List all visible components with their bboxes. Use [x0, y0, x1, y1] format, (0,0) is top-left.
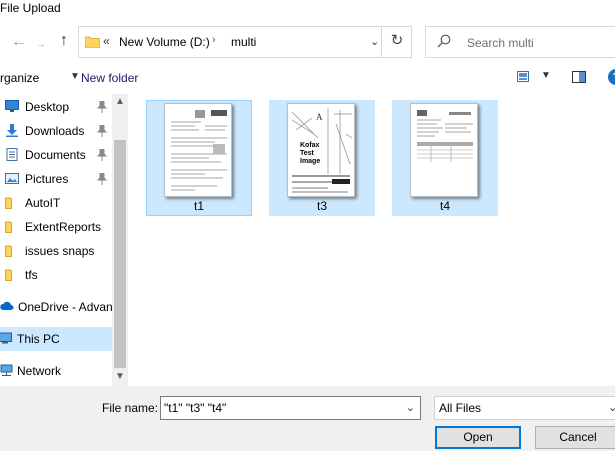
pin-icon[interactable]	[97, 125, 107, 137]
sidebar-item-label: Network	[17, 364, 62, 378]
file-tile-t4[interactable]: t4	[392, 100, 498, 216]
documents-icon	[6, 148, 18, 161]
view-dropdown-icon[interactable]: ▼	[541, 70, 551, 81]
svg-text:A: A	[316, 112, 323, 122]
search-icon	[437, 34, 451, 48]
preview-pane-icon[interactable]	[572, 71, 586, 83]
filetype-select[interactable]: All Files ⌄	[434, 396, 615, 420]
folder-icon	[5, 197, 12, 209]
onedrive-icon	[0, 301, 14, 310]
breadcrumb-multi[interactable]: multi	[231, 35, 256, 49]
file-name: t4	[439, 199, 450, 213]
address-bar[interactable]: « New Volume (D:) › multi ⌄	[78, 26, 412, 58]
file-thumbnail	[410, 103, 478, 197]
navigation-pane: Desktop Downloads Documents Pictures Aut…	[0, 94, 128, 386]
sidebar-item-desktop[interactable]: Desktop	[0, 95, 112, 119]
sidebar-item-downloads[interactable]: Downloads	[0, 119, 112, 143]
chevron-down-icon[interactable]: ⌄	[608, 401, 615, 414]
sidebar-item-label: Desktop	[25, 100, 70, 114]
file-name: t1	[193, 199, 204, 213]
filename-label: File name:	[102, 401, 159, 415]
pictures-icon	[5, 173, 19, 184]
sidebar-item-onedrive[interactable]: OneDrive - Advan	[0, 295, 113, 319]
sidebar-item-this-pc[interactable]: This PC	[0, 327, 112, 351]
arrow-up-icon: ↑	[60, 32, 68, 49]
sidebar-item-label: Pictures	[25, 172, 69, 186]
open-button[interactable]: Open	[435, 426, 521, 449]
scroll-thumb[interactable]	[114, 140, 126, 368]
thumbnail-text: Test	[300, 150, 314, 157]
sidebar-item-issues-snaps[interactable]: issues snaps	[0, 239, 112, 263]
sidebar-item-label: Documents	[25, 148, 86, 162]
refresh-button[interactable]: ↻	[381, 26, 412, 58]
file-tile-t1[interactable]: t1	[146, 100, 252, 216]
folder-icon	[5, 245, 12, 257]
scroll-down-icon[interactable]: ▼	[112, 371, 128, 382]
sidebar-item-label: AutoIT	[25, 196, 61, 210]
up-button[interactable]: ↑	[55, 32, 73, 50]
address-dropdown-icon[interactable]: ⌄	[370, 35, 379, 48]
document-preview-icon: A	[291, 108, 353, 193]
file-tile-t3[interactable]: A Kofax Test Image t3	[269, 100, 375, 216]
sidebar-item-label: OneDrive - Advan	[18, 300, 113, 314]
search-input[interactable]: Search multi	[467, 36, 534, 50]
help-button[interactable]: ?	[608, 69, 615, 85]
arrow-left-icon: ←	[11, 33, 27, 50]
sidebar-item-label: tfs	[25, 268, 38, 282]
filename-input[interactable]: "t1" "t3" "t4" ⌄	[160, 396, 421, 420]
breadcrumb-separator-icon[interactable]: ›	[212, 34, 216, 46]
computer-icon	[0, 332, 12, 344]
thumbnail-text: Image	[300, 158, 321, 165]
sidebar-item-tfs[interactable]: tfs	[0, 263, 112, 287]
network-icon	[0, 364, 13, 376]
filename-value[interactable]: "t1" "t3" "t4"	[164, 401, 226, 415]
thumbnail-text: Kofax	[300, 142, 320, 149]
pin-icon[interactable]	[97, 101, 107, 113]
chevron-down-icon[interactable]: ▼	[70, 71, 80, 82]
document-preview-icon	[171, 110, 227, 191]
breadcrumb-overflow-icon[interactable]: «	[103, 34, 110, 48]
forward-button[interactable]: →	[32, 33, 50, 54]
sidebar-item-extentreports[interactable]: ExtentReports	[0, 215, 112, 239]
folder-icon	[5, 269, 12, 281]
breadcrumb-new-volume[interactable]: New Volume (D:)	[119, 35, 210, 49]
refresh-icon: ↻	[390, 32, 404, 49]
organize-menu[interactable]: rganize	[0, 71, 39, 85]
download-icon	[6, 124, 18, 137]
chevron-down-icon: →	[36, 39, 46, 50]
sidebar-item-network[interactable]: Network	[0, 359, 112, 383]
window-title: File Upload	[0, 1, 61, 15]
scroll-up-icon[interactable]: ▲	[112, 96, 128, 107]
file-thumbnail: A Kofax Test Image	[287, 103, 355, 197]
desktop-icon	[5, 100, 19, 112]
sidebar-item-label: Downloads	[25, 124, 85, 138]
sidebar-item-pictures[interactable]: Pictures	[0, 167, 112, 191]
thumbnail-caption: Kofax Test Image	[300, 142, 320, 166]
file-thumbnail	[164, 103, 232, 197]
sidebar-item-label: ExtentReports	[25, 220, 102, 234]
folder-icon	[5, 221, 12, 233]
filetype-value: All Files	[439, 401, 482, 415]
sidebar-item-autoit[interactable]: AutoIT	[0, 191, 112, 215]
pin-icon[interactable]	[97, 173, 107, 185]
search-box[interactable]: Search multi	[425, 26, 615, 58]
back-button[interactable]: ←	[10, 33, 28, 51]
new-folder-button[interactable]: New folder	[81, 71, 138, 85]
file-name: t3	[316, 199, 327, 213]
document-preview-icon	[417, 110, 473, 162]
sidebar-item-label: This PC	[17, 332, 60, 346]
sidebar-item-label: issues snaps	[25, 244, 95, 258]
pin-icon[interactable]	[97, 149, 107, 161]
chevron-down-icon[interactable]: ⌄	[406, 401, 415, 414]
view-options-icon[interactable]	[517, 71, 529, 82]
cancel-button[interactable]: Cancel	[535, 426, 615, 449]
folder-icon	[85, 36, 100, 48]
sidebar-item-documents[interactable]: Documents	[0, 143, 112, 167]
